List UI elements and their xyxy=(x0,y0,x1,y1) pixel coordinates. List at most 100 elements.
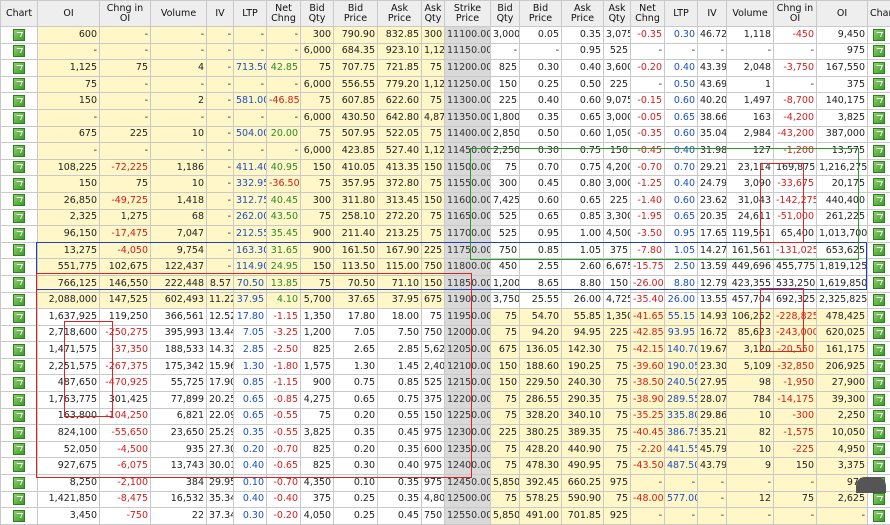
chart-cell[interactable] xyxy=(868,209,890,226)
chart-icon[interactable] xyxy=(873,360,885,372)
chart-cell[interactable] xyxy=(1,458,38,475)
chart-icon[interactable] xyxy=(873,161,885,173)
chart-cell[interactable] xyxy=(868,93,890,110)
chart-cell[interactable] xyxy=(868,441,890,458)
chart-cell[interactable] xyxy=(1,242,38,259)
strike-price-cell[interactable]: 12350.00 xyxy=(445,441,491,458)
chart-cell[interactable] xyxy=(1,176,38,193)
chart-cell[interactable] xyxy=(868,176,890,193)
chart-cell[interactable] xyxy=(1,192,38,209)
chart-icon[interactable] xyxy=(13,377,25,389)
chart-cell[interactable] xyxy=(868,408,890,425)
chart-icon[interactable] xyxy=(13,477,25,489)
strike-price-cell[interactable]: 11850.00 xyxy=(445,275,491,292)
chart-icon[interactable] xyxy=(13,410,25,422)
chart-cell[interactable] xyxy=(1,292,38,309)
chart-icon[interactable] xyxy=(13,211,25,223)
chart-icon[interactable] xyxy=(13,78,25,90)
chart-icon[interactable] xyxy=(873,327,885,339)
chart-cell[interactable] xyxy=(868,342,890,359)
chart-cell[interactable] xyxy=(1,76,38,93)
chart-icon[interactable] xyxy=(873,145,885,157)
chart-cell[interactable] xyxy=(868,491,890,508)
chart-icon[interactable] xyxy=(13,311,25,323)
chart-icon[interactable] xyxy=(13,460,25,472)
chart-icon[interactable] xyxy=(13,128,25,140)
chart-icon[interactable] xyxy=(13,294,25,306)
strike-price-cell[interactable]: 12000.00 xyxy=(445,325,491,342)
strike-price-cell[interactable]: 12500.00 xyxy=(445,491,491,508)
chart-icon[interactable] xyxy=(13,112,25,124)
chart-icon[interactable] xyxy=(873,427,885,439)
chart-cell[interactable] xyxy=(868,109,890,126)
strike-price-cell[interactable]: 11500.00 xyxy=(445,159,491,176)
chart-cell[interactable] xyxy=(868,275,890,292)
strike-price-cell[interactable]: 11100.00 xyxy=(445,27,491,44)
strike-price-cell[interactable]: 11400.00 xyxy=(445,126,491,143)
strike-price-cell[interactable]: 11450.00 xyxy=(445,143,491,160)
strike-price-cell[interactable]: 11550.00 xyxy=(445,176,491,193)
strike-price-cell[interactable]: 12200.00 xyxy=(445,392,491,409)
chart-cell[interactable] xyxy=(1,143,38,160)
chart-icon[interactable] xyxy=(873,460,885,472)
chart-icon[interactable] xyxy=(13,510,25,522)
strike-price-cell[interactable]: 11150.00 xyxy=(445,43,491,60)
chart-cell[interactable] xyxy=(868,309,890,326)
chart-icon[interactable] xyxy=(13,360,25,372)
chart-icon[interactable] xyxy=(873,62,885,74)
chart-icon[interactable] xyxy=(13,145,25,157)
chart-icon[interactable] xyxy=(13,244,25,256)
strike-price-cell[interactable]: 11250.00 xyxy=(445,76,491,93)
chart-cell[interactable] xyxy=(1,226,38,243)
strike-price-cell[interactable]: 11350.00 xyxy=(445,109,491,126)
chart-icon[interactable] xyxy=(873,211,885,223)
strike-price-cell[interactable]: 11950.00 xyxy=(445,309,491,326)
chart-cell[interactable] xyxy=(868,242,890,259)
chart-icon[interactable] xyxy=(873,78,885,90)
chart-cell[interactable] xyxy=(868,143,890,160)
chart-cell[interactable] xyxy=(1,375,38,392)
chart-cell[interactable] xyxy=(868,292,890,309)
chart-cell[interactable] xyxy=(1,441,38,458)
chart-cell[interactable] xyxy=(868,508,890,525)
chart-icon[interactable] xyxy=(873,294,885,306)
strike-price-cell[interactable]: 12050.00 xyxy=(445,342,491,359)
chart-icon[interactable] xyxy=(13,394,25,406)
strike-price-cell[interactable]: 11200.00 xyxy=(445,60,491,77)
chart-icon[interactable] xyxy=(13,427,25,439)
strike-price-cell[interactable]: 11300.00 xyxy=(445,93,491,110)
chart-icon[interactable] xyxy=(13,443,25,455)
chart-icon[interactable] xyxy=(873,510,885,522)
strike-price-cell[interactable]: 11900.00 xyxy=(445,292,491,309)
chart-cell[interactable] xyxy=(1,358,38,375)
chart-cell[interactable] xyxy=(1,309,38,326)
chart-icon[interactable] xyxy=(873,29,885,41)
chart-cell[interactable] xyxy=(868,358,890,375)
chart-icon[interactable] xyxy=(873,261,885,273)
chart-cell[interactable] xyxy=(1,27,38,44)
chart-icon[interactable] xyxy=(873,45,885,57)
chart-icon[interactable] xyxy=(873,95,885,107)
chart-icon[interactable] xyxy=(873,228,885,240)
chart-icon[interactable] xyxy=(13,29,25,41)
chart-cell[interactable] xyxy=(1,425,38,442)
chart-icon[interactable] xyxy=(13,277,25,289)
chart-cell[interactable] xyxy=(1,325,38,342)
chart-cell[interactable] xyxy=(868,126,890,143)
chart-cell[interactable] xyxy=(868,76,890,93)
strike-price-cell[interactable]: 11600.00 xyxy=(445,192,491,209)
chart-cell[interactable] xyxy=(1,342,38,359)
chart-cell[interactable] xyxy=(1,392,38,409)
chart-icon[interactable] xyxy=(13,95,25,107)
chart-icon[interactable] xyxy=(13,45,25,57)
chart-cell[interactable] xyxy=(1,109,38,126)
chart-cell[interactable] xyxy=(1,491,38,508)
strike-price-cell[interactable]: 11750.00 xyxy=(445,242,491,259)
chart-cell[interactable] xyxy=(1,159,38,176)
chart-icon[interactable] xyxy=(873,410,885,422)
strike-price-cell[interactable]: 12550.00 xyxy=(445,508,491,525)
chart-cell[interactable] xyxy=(1,259,38,276)
chart-cell[interactable] xyxy=(868,259,890,276)
strike-price-cell[interactable]: 12100.00 xyxy=(445,358,491,375)
chart-cell[interactable] xyxy=(1,126,38,143)
